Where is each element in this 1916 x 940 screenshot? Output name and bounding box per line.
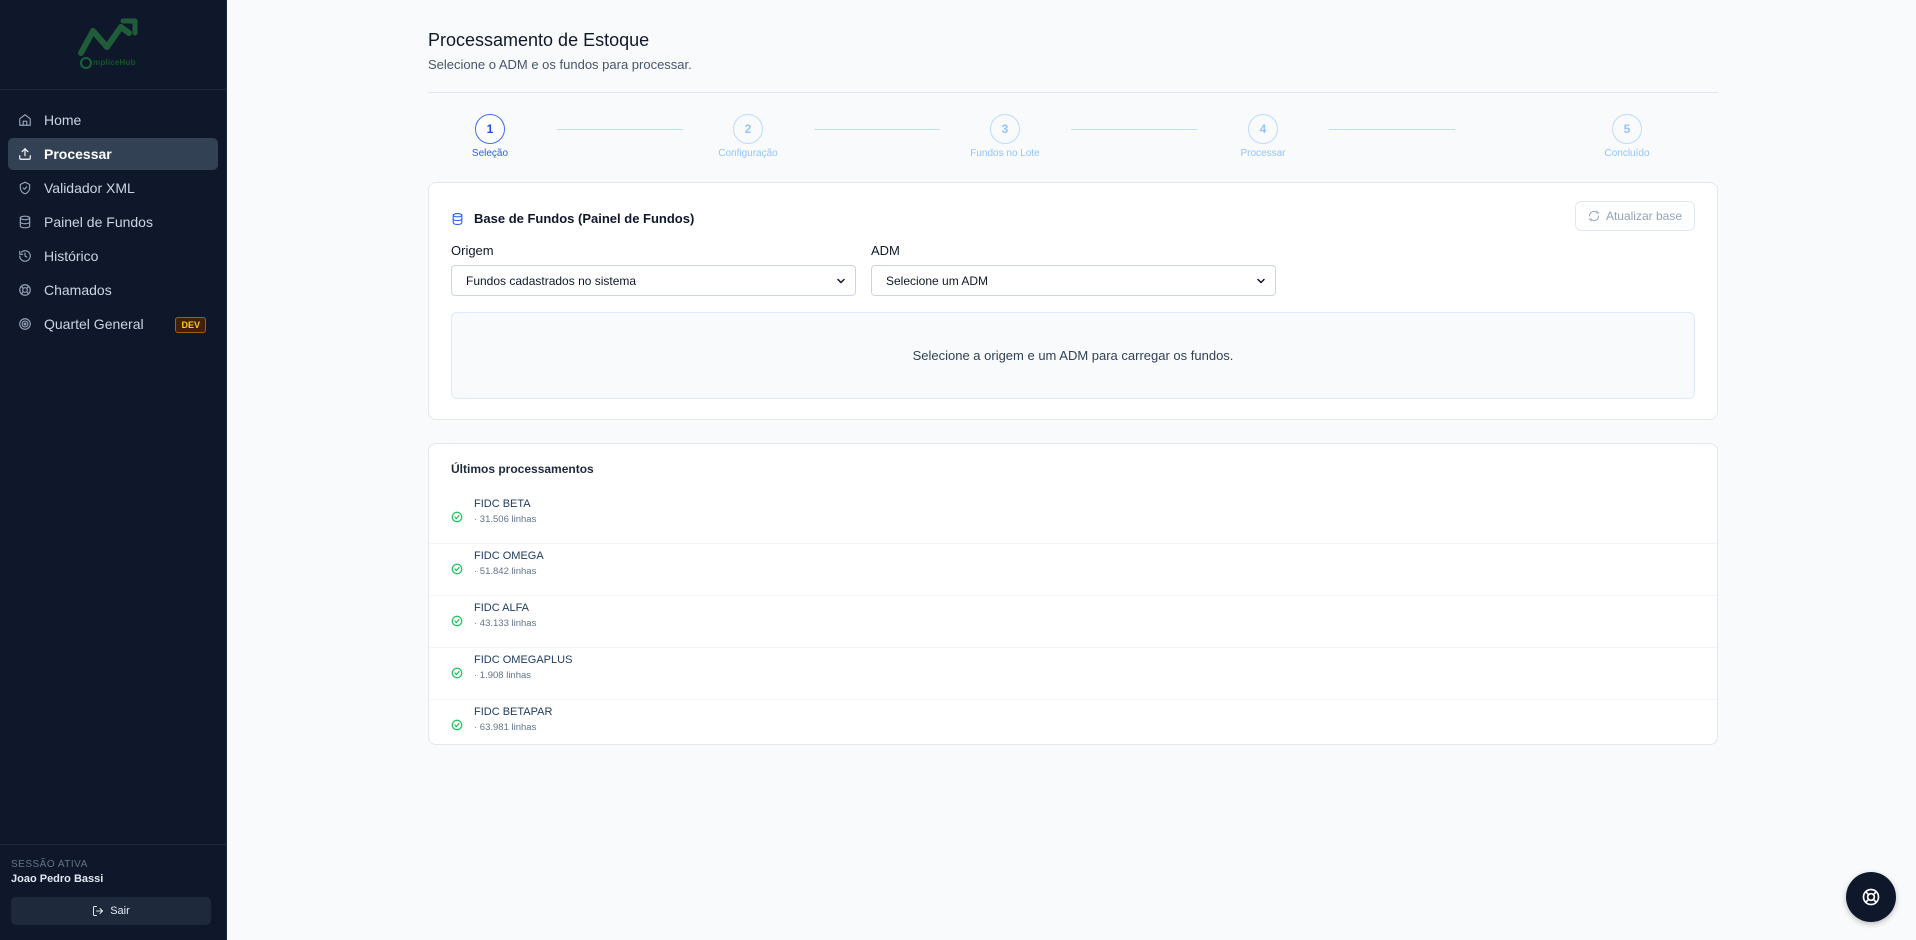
- database-icon: [18, 215, 32, 229]
- sidebar-nav: Home Processar Validador XML Painel de F…: [0, 90, 226, 340]
- help-button[interactable]: [1846, 872, 1896, 922]
- step-label: Configuração: [718, 148, 778, 159]
- title-divider: [428, 92, 1718, 93]
- sidebar-item-processar[interactable]: Processar: [8, 138, 218, 170]
- refresh-icon: [1588, 210, 1600, 222]
- step-number: 2: [733, 114, 763, 144]
- step-3[interactable]: 3 Fundos no Lote: [965, 114, 1045, 159]
- sidebar-item-chamados[interactable]: Chamados: [8, 274, 218, 306]
- sidebar-item-label: Validador XML: [44, 180, 135, 196]
- step-number: 5: [1612, 114, 1642, 144]
- list-item[interactable]: FIDC OMEGAPLUS · 1.908 linhas: [429, 648, 1717, 700]
- upload-icon: [18, 147, 32, 161]
- logout-label: Sair: [110, 905, 130, 917]
- list-item[interactable]: FIDC ALFA · 43.133 linhas: [429, 596, 1717, 648]
- origem-select-value: Fundos cadastrados no sistema: [466, 273, 637, 288]
- chevron-down-icon: [1257, 278, 1265, 284]
- session-user-name: Joao Pedro Bassi: [11, 873, 104, 885]
- adm-select[interactable]: Selecione um ADM: [871, 265, 1276, 296]
- sidebar-item-painel-de-fundos[interactable]: Painel de Fundos: [8, 206, 218, 238]
- session-panel: SESSÃO ATIVA Joao Pedro Bassi Sair: [0, 844, 227, 940]
- adm-label: ADM: [871, 243, 900, 258]
- sidebar-item-quartel-general[interactable]: Quartel General DEV: [8, 308, 218, 340]
- fund-name: FIDC ALFA: [474, 602, 530, 614]
- check-circle-icon: [451, 667, 463, 679]
- logout-icon: [93, 906, 104, 916]
- step-1[interactable]: 1 Seleção: [450, 114, 530, 159]
- step-number: 1: [475, 114, 505, 144]
- step-2[interactable]: 2 Configuração: [708, 114, 788, 159]
- step-label: Processar: [1240, 148, 1286, 159]
- step-4[interactable]: 4 Processar: [1223, 114, 1303, 159]
- logout-button[interactable]: Sair: [11, 897, 211, 925]
- sidebar: mpliceHub Home Processar Validador XML P…: [0, 0, 227, 940]
- sidebar-item-validador-xml[interactable]: Validador XML: [8, 172, 218, 204]
- list-item[interactable]: FIDC BETA · 31.506 linhas: [429, 492, 1717, 544]
- fund-name: FIDC OMEGAPLUS: [474, 654, 573, 666]
- list-item[interactable]: FIDC OMEGA · 51.842 linhas: [429, 544, 1717, 596]
- app-logo[interactable]: mpliceHub: [73, 15, 153, 75]
- database-icon: [452, 212, 463, 225]
- funds-empty-state: Selecione a origem e um ADM para carrega…: [451, 312, 1695, 399]
- target-icon: [18, 317, 32, 331]
- check-circle-icon: [451, 615, 463, 627]
- adm-select-value: Selecione um ADM: [886, 273, 989, 288]
- page-title: Processamento de Estoque: [428, 30, 650, 50]
- fund-lines: · 43.133 linhas: [474, 618, 537, 629]
- history-icon: [18, 249, 32, 263]
- fund-lines: · 51.842 linhas: [474, 566, 537, 577]
- logo-text: mpliceHub: [93, 57, 136, 67]
- sidebar-item-label: Histórico: [44, 248, 99, 264]
- chevron-down-icon: [837, 278, 845, 284]
- step-label: Concluído: [1604, 148, 1650, 159]
- sidebar-item-label: Home: [44, 112, 82, 128]
- fund-lines: · 31.506 linhas: [474, 514, 537, 525]
- step-label: Fundos no Lote: [970, 148, 1040, 159]
- fund-name: FIDC BETAPAR: [474, 706, 553, 718]
- recent-title: Últimos processamentos: [451, 462, 594, 476]
- origem-label: Origem: [451, 243, 494, 258]
- empty-state-message: Selecione a origem e um ADM para carrega…: [912, 348, 1234, 363]
- refresh-label: Atualizar base: [1605, 209, 1682, 223]
- check-circle-icon: [451, 511, 463, 523]
- check-circle-icon: [451, 719, 463, 731]
- step-number: 4: [1248, 114, 1278, 144]
- sidebar-item-home[interactable]: Home: [8, 104, 218, 136]
- origem-select[interactable]: Fundos cadastrados no sistema: [451, 265, 856, 296]
- funds-base-card: Base de Fundos (Painel de Fundos) Atuali…: [428, 182, 1718, 420]
- step-connector: [1071, 129, 1197, 130]
- session-label: SESSÃO ATIVA: [11, 859, 88, 870]
- sidebar-item-label: Quartel General: [44, 316, 144, 332]
- stepper: 1 Seleção 2 Configuração 3 Fundos no Lot…: [428, 114, 1718, 164]
- fund-name: FIDC BETA: [474, 498, 531, 510]
- refresh-base-button[interactable]: Atualizar base: [1574, 201, 1695, 231]
- page-subtitle: Selecione o ADM e os fundos para process…: [428, 57, 692, 72]
- sidebar-item-label: Chamados: [44, 282, 112, 298]
- lifebuoy-icon: [18, 283, 32, 297]
- home-icon: [18, 113, 32, 127]
- sidebar-item-label: Processar: [44, 146, 112, 162]
- card-header: Base de Fundos (Painel de Fundos): [451, 211, 694, 226]
- logo-area: mpliceHub: [0, 0, 226, 90]
- card-title: Base de Fundos (Painel de Fundos): [474, 211, 695, 226]
- recent-list: FIDC BETA · 31.506 linhas FIDC OMEGA · 5…: [429, 492, 1717, 752]
- check-circle-icon: [451, 563, 463, 575]
- recent-processings-card: Últimos processamentos FIDC BETA · 31.50…: [428, 443, 1718, 745]
- step-number: 3: [990, 114, 1020, 144]
- dev-badge: DEV: [175, 317, 206, 333]
- sidebar-item-historico[interactable]: Histórico: [8, 240, 218, 272]
- list-item[interactable]: FIDC BETAPAR · 63.981 linhas: [429, 700, 1717, 752]
- fund-name: FIDC OMEGA: [474, 550, 544, 562]
- fund-lines: · 1.908 linhas: [474, 670, 532, 681]
- step-5[interactable]: 5 Concluído: [1587, 114, 1667, 159]
- fund-lines: · 63.981 linhas: [474, 722, 537, 733]
- step-connector: [1329, 129, 1455, 130]
- sidebar-item-label: Painel de Fundos: [44, 214, 153, 230]
- lifebuoy-icon: [1862, 888, 1880, 906]
- shield-check-icon: [18, 181, 32, 195]
- step-connector: [557, 129, 683, 130]
- step-label: Seleção: [471, 148, 509, 159]
- step-connector: [814, 129, 940, 130]
